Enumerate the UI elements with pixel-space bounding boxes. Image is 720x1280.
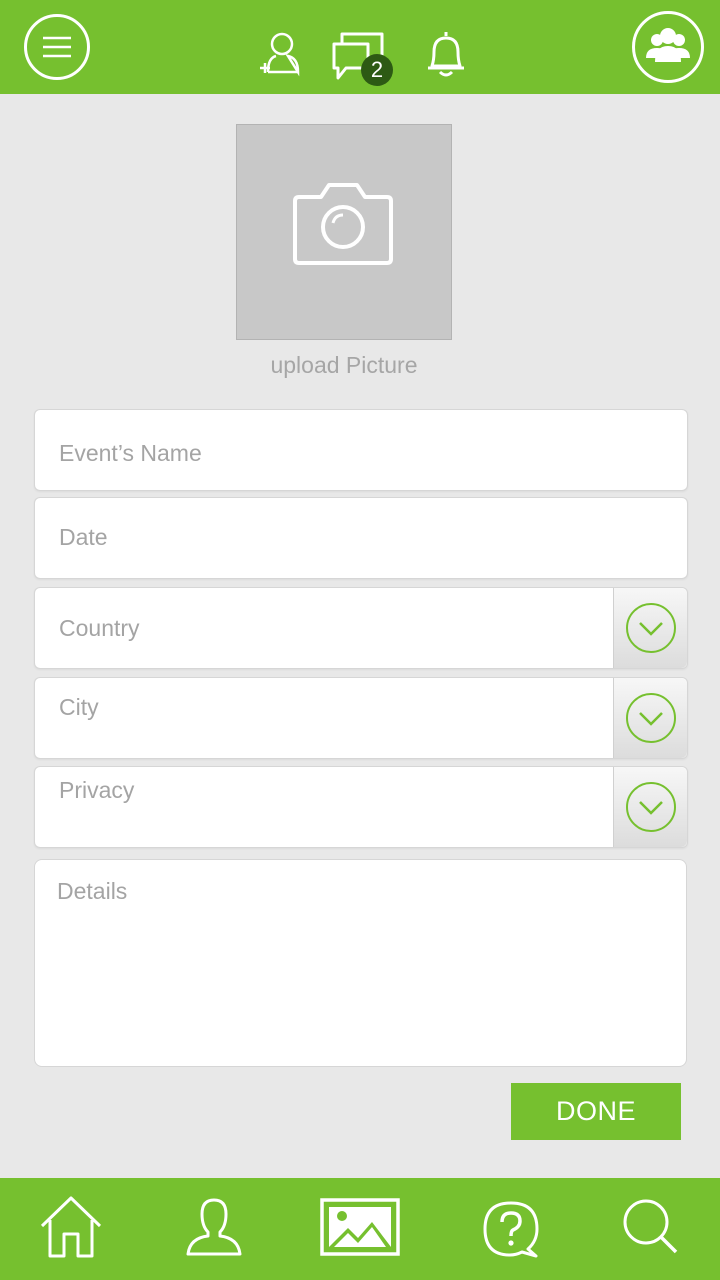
upload-picture-label: upload Picture <box>270 352 418 378</box>
event-name-field[interactable]: Event’s Name <box>34 409 688 491</box>
event-name-placeholder: Event’s Name <box>59 440 202 466</box>
details-textarea[interactable]: Details <box>34 859 687 1067</box>
country-select[interactable]: Country <box>34 587 688 669</box>
details-placeholder: Details <box>57 878 128 904</box>
notifications-icon[interactable] <box>420 28 472 80</box>
country-placeholder: Country <box>59 615 140 641</box>
city-dropdown-button[interactable] <box>613 678 687 758</box>
privacy-select[interactable]: Privacy <box>34 766 688 848</box>
groups-icon <box>646 28 690 62</box>
top-bar: 2 <box>0 0 720 94</box>
menu-icon <box>43 36 71 58</box>
messages-badge: 2 <box>361 54 393 86</box>
date-placeholder: Date <box>59 524 108 550</box>
search-icon[interactable] <box>620 1196 680 1256</box>
chevron-down-icon <box>626 603 676 653</box>
chevron-down-icon <box>626 782 676 832</box>
upload-picture-area[interactable] <box>236 124 452 340</box>
privacy-dropdown-button[interactable] <box>613 767 687 847</box>
country-dropdown-button[interactable] <box>613 588 687 668</box>
home-icon[interactable] <box>38 1194 104 1260</box>
chevron-down-icon <box>626 693 676 743</box>
menu-button[interactable] <box>24 14 90 80</box>
done-button[interactable]: DONE <box>511 1083 681 1140</box>
city-select[interactable]: City <box>34 677 688 759</box>
city-placeholder: City <box>59 694 99 720</box>
privacy-placeholder: Privacy <box>59 777 135 803</box>
camera-icon <box>293 183 393 265</box>
groups-button[interactable] <box>632 11 704 83</box>
date-field[interactable]: Date <box>34 497 688 579</box>
profile-icon[interactable] <box>184 1196 244 1258</box>
help-icon[interactable] <box>480 1198 542 1260</box>
gallery-icon[interactable] <box>320 1198 400 1258</box>
add-friend-icon[interactable] <box>256 30 304 78</box>
bottom-nav <box>0 1178 720 1280</box>
